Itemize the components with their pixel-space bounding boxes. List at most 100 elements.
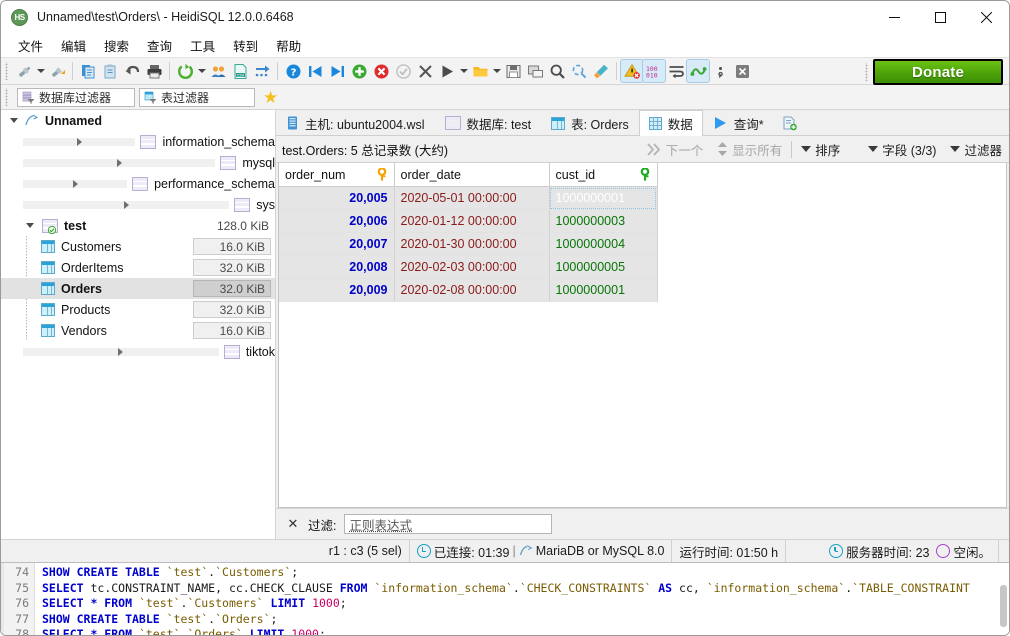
close-tab-icon[interactable]	[731, 60, 753, 82]
tree-node-unnamed[interactable]: Unnamed	[1, 110, 275, 131]
user-manager-icon[interactable]	[207, 60, 229, 82]
close-button[interactable]	[963, 1, 1009, 33]
cell-order-num[interactable]: 20,007	[279, 232, 395, 256]
tree-node-products[interactable]: Products 32.0 KiB	[1, 299, 275, 320]
close-filter-icon[interactable]: ✕	[286, 516, 300, 532]
show-all-button[interactable]: 显示所有	[710, 138, 789, 161]
word-wrap-icon[interactable]	[665, 60, 687, 82]
delimiter-icon[interactable]	[709, 60, 731, 82]
refresh-icon[interactable]	[174, 60, 196, 82]
table-filter-input[interactable]: 表过滤器	[139, 87, 255, 107]
session-manager-icon[interactable]	[13, 60, 35, 82]
chevron-right-icon[interactable]	[23, 200, 230, 209]
stop-on-errors-icon[interactable]	[620, 59, 644, 83]
previous-tab-icon[interactable]	[304, 60, 326, 82]
cell-cust-id[interactable]: 1000000004	[549, 232, 658, 256]
sort-button[interactable]: 排序	[794, 138, 847, 161]
tree-node-mysql[interactable]: mysql	[1, 152, 275, 173]
chevron-right-icon[interactable]	[23, 179, 128, 188]
format-sql-icon[interactable]	[686, 59, 710, 83]
database-filter-input[interactable]: 数据库过滤器	[17, 87, 135, 107]
column-header-cust-id[interactable]: cust_id	[549, 163, 658, 187]
chevron-down-icon[interactable]	[7, 118, 21, 123]
open-dropdown[interactable]	[491, 60, 502, 82]
tree-node-sys[interactable]: sys	[1, 194, 275, 215]
new-query-tab-button[interactable]	[773, 110, 805, 135]
donate-grip[interactable]	[863, 63, 870, 81]
data-grid[interactable]: order_num order_date cust_id 20,005 2020…	[278, 163, 1007, 508]
menu-edit[interactable]: 编辑	[52, 33, 95, 58]
cell-order-num[interactable]: 20,009	[279, 278, 395, 302]
chevron-right-icon[interactable]	[23, 347, 219, 356]
cell-order-date[interactable]: 2020-01-12 00:00:00	[394, 209, 550, 233]
cell-order-date[interactable]: 2020-02-08 00:00:00	[394, 278, 550, 302]
next-tab-icon[interactable]	[326, 60, 348, 82]
table-row[interactable]: 20,006 2020-01-12 00:00:00 1000000003	[279, 209, 658, 233]
open-file-icon[interactable]	[469, 60, 491, 82]
chevron-right-icon[interactable]	[23, 158, 216, 167]
delete-row-icon[interactable]	[370, 60, 392, 82]
maximize-button[interactable]	[917, 1, 963, 33]
tab-data[interactable]: 数据	[638, 110, 703, 136]
tree-node-performance-schema[interactable]: performance_schema	[1, 173, 275, 194]
sql-log-scrollbar[interactable]	[1000, 585, 1007, 627]
cell-order-date[interactable]: 2020-02-03 00:00:00	[394, 255, 550, 279]
cell-order-date[interactable]: 2020-05-01 00:00:00	[394, 186, 550, 210]
connection-status[interactable]: 已连接: 01:39 | MariaDB or MySQL 8.0	[410, 540, 673, 562]
execute-query-icon[interactable]	[436, 60, 458, 82]
print-icon[interactable]	[143, 60, 165, 82]
import-data-icon[interactable]	[251, 60, 273, 82]
tab-table[interactable]: 表: Orders	[541, 110, 639, 135]
chevron-down-icon[interactable]	[23, 223, 37, 228]
favorites-star-icon[interactable]: ★	[263, 89, 278, 106]
execute-dropdown[interactable]	[458, 60, 469, 82]
clear-editor-icon[interactable]	[590, 60, 612, 82]
chevron-right-icon[interactable]	[23, 137, 136, 146]
new-session-icon[interactable]	[46, 60, 68, 82]
tree-node-orders[interactable]: Orders 32.0 KiB	[1, 278, 275, 299]
apply-changes-icon[interactable]	[392, 60, 414, 82]
cancel-changes-icon[interactable]	[414, 60, 436, 82]
menu-query[interactable]: 查询	[138, 33, 181, 58]
cell-cust-id[interactable]: 1000000001	[549, 278, 658, 302]
tab-host[interactable]: 主机: ubuntu2004.wsl	[276, 110, 435, 135]
copy-icon[interactable]	[77, 60, 99, 82]
tree-node-vendors[interactable]: Vendors 16.0 KiB	[1, 320, 275, 341]
cell-order-num[interactable]: 20,005	[279, 186, 395, 210]
find-replace-icon[interactable]	[568, 60, 590, 82]
minimize-button[interactable]	[871, 1, 917, 33]
cell-cust-id[interactable]: 1000000003	[549, 209, 658, 233]
tree-node-orderitems[interactable]: OrderItems 32.0 KiB	[1, 257, 275, 278]
menu-search[interactable]: 搜索	[95, 33, 138, 58]
sql-log-panel[interactable]: 74 75 76 77 78 SHOW CREATE TABLE `test`.…	[1, 562, 1009, 635]
find-icon[interactable]	[546, 60, 568, 82]
insert-row-icon[interactable]	[348, 60, 370, 82]
columns-button[interactable]: 字段 (3/3)	[861, 138, 943, 161]
cell-order-num[interactable]: 20,008	[279, 255, 395, 279]
menu-help[interactable]: 帮助	[267, 33, 310, 58]
refresh-dropdown[interactable]	[196, 60, 207, 82]
table-row[interactable]: 20,007 2020-01-30 00:00:00 1000000004	[279, 232, 658, 256]
cell-cust-id[interactable]: 1000000001	[549, 186, 658, 210]
cell-cust-id[interactable]: 1000000005	[549, 255, 658, 279]
column-header-order-num[interactable]: order_num	[279, 163, 395, 187]
grid-filter-input[interactable]: 正则表达式	[344, 514, 553, 534]
paste-icon[interactable]	[99, 60, 121, 82]
cell-order-date[interactable]: 2020-01-30 00:00:00	[394, 232, 550, 256]
tree-node-tiktok[interactable]: tiktok	[1, 341, 275, 362]
export-csv-icon[interactable]: CSV	[229, 60, 251, 82]
save-as-icon[interactable]	[524, 60, 546, 82]
tree-node-test[interactable]: test 128.0 KiB	[1, 215, 275, 236]
filterbar-grip[interactable]	[3, 88, 10, 106]
menu-file[interactable]: 文件	[9, 33, 52, 58]
cell-order-num[interactable]: 20,006	[279, 209, 395, 233]
tree-node-customers[interactable]: Customers 16.0 KiB	[1, 236, 275, 257]
help-icon[interactable]: ?	[282, 60, 304, 82]
next-records-button[interactable]: 下一个	[640, 138, 711, 161]
table-row[interactable]: 20,008 2020-02-03 00:00:00 1000000005	[279, 255, 658, 279]
display-binary-icon[interactable]: 100 010	[642, 59, 666, 83]
session-manager-dropdown[interactable]	[35, 60, 46, 82]
menu-goto[interactable]: 转到	[224, 33, 267, 58]
filter-button[interactable]: 过滤器	[943, 138, 1009, 161]
sql-log-text[interactable]: SHOW CREATE TABLE `test`.`Customers`; SE…	[35, 563, 1009, 635]
